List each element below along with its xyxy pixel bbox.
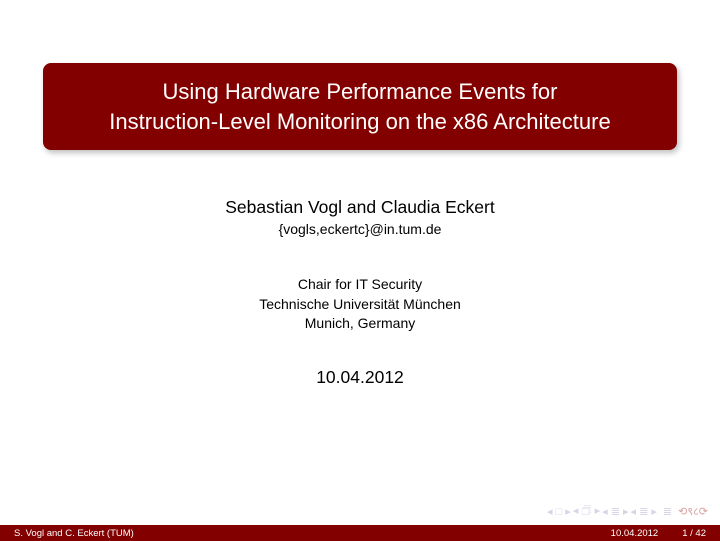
title-block: Using Hardware Performance Events for In… bbox=[43, 63, 677, 150]
affiliation-line-2: Technische Universität München bbox=[0, 295, 720, 315]
footer-page-number: 1 / 42 bbox=[682, 528, 706, 539]
nav-undo-redo-icon[interactable]: ⟲९८⟳ bbox=[678, 504, 708, 519]
authors: Sebastian Vogl and Claudia Eckert bbox=[0, 197, 720, 218]
affiliation-line-3: Munich, Germany bbox=[0, 314, 720, 334]
affiliation-line-1: Chair for IT Security bbox=[0, 275, 720, 295]
beamer-nav-bar: ◂ □ ▸ ◂ 🗇 ▸ ◂ ≣ ▸ ◂ ≣ ▸ ≣ ⟲९८⟳ bbox=[547, 502, 708, 521]
nav-section-icon[interactable]: ◂ 🗇 ▸ bbox=[573, 502, 600, 521]
affiliation-block: Chair for IT Security Technische Univers… bbox=[0, 275, 720, 334]
emails: {vogls,eckertc}@in.tum.de bbox=[0, 221, 720, 237]
nav-subsection-icon[interactable]: ◂ ≣ ▸ bbox=[602, 505, 628, 518]
title-line-2: Instruction-Level Monitoring on the x86 … bbox=[61, 107, 659, 137]
footer-date: 10.04.2012 bbox=[611, 528, 659, 539]
title-line-1: Using Hardware Performance Events for bbox=[61, 77, 659, 107]
nav-goto-icon[interactable]: ≣ bbox=[663, 505, 672, 518]
footer-authors: S. Vogl and C. Eckert (TUM) bbox=[14, 528, 134, 539]
nav-frame-icon[interactable]: ◂ ≣ ▸ bbox=[631, 505, 657, 518]
presentation-date: 10.04.2012 bbox=[0, 367, 720, 388]
nav-first-prev-icon[interactable]: ◂ □ ▸ bbox=[547, 505, 571, 518]
footer-bar: S. Vogl and C. Eckert (TUM) 10.04.2012 1… bbox=[0, 525, 720, 541]
